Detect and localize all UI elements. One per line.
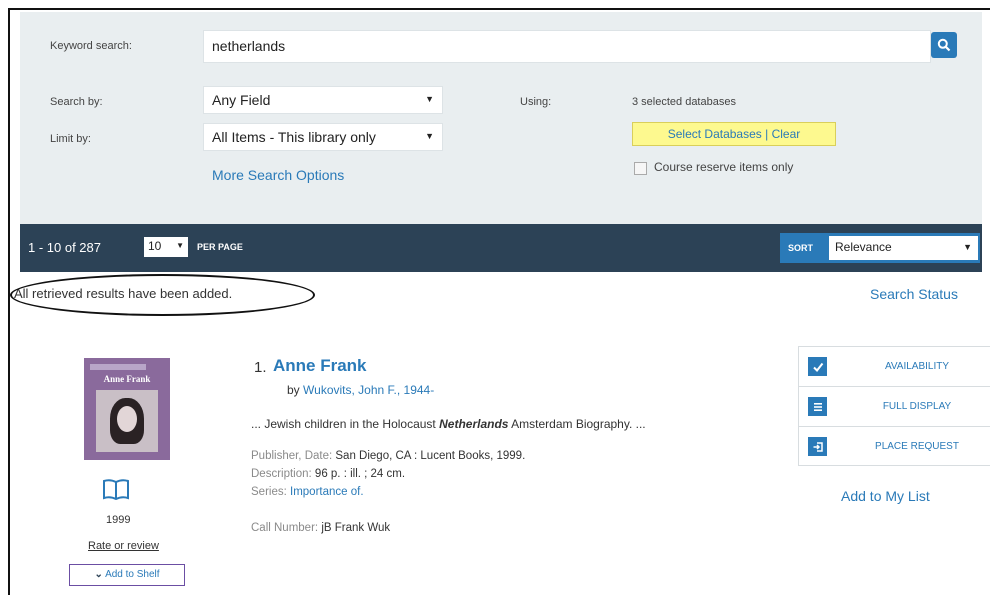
place-request-label: PLACE REQUEST xyxy=(875,441,959,452)
dropdown-arrow-icon: ▼ xyxy=(425,94,434,104)
search-status-link[interactable]: Search Status xyxy=(870,286,958,302)
by-label: by xyxy=(287,383,300,397)
per-page-label: PER PAGE xyxy=(197,242,243,252)
search-by-label: Search by: xyxy=(50,96,103,108)
databases-count: 3 selected databases xyxy=(632,96,736,108)
annotation-ellipse xyxy=(10,274,315,316)
select-databases-box: Select Databases | Clear xyxy=(632,122,836,146)
result-byline: by Wukovits, John F., 1944- xyxy=(287,383,434,397)
add-to-shelf-label: Add to Shelf xyxy=(105,569,160,580)
result-title-link[interactable]: Anne Frank xyxy=(273,356,367,376)
book-cover-image[interactable]: Anne Frank xyxy=(84,358,170,460)
page-frame: Keyword search: netherlands Search by: A… xyxy=(8,8,990,595)
document-icon xyxy=(808,397,827,416)
publisher-row: Publisher, Date: San Diego, CA : Lucent … xyxy=(251,450,525,462)
snippet-pre: ... Jewish children in the Holocaust xyxy=(251,417,436,431)
search-button[interactable] xyxy=(931,32,957,58)
course-reserve-checkbox[interactable] xyxy=(634,162,647,175)
book-icon xyxy=(103,479,129,500)
publication-year: 1999 xyxy=(106,514,131,526)
chevron-down-icon: ⌄ xyxy=(94,569,103,580)
sign-in-icon xyxy=(808,437,827,456)
rate-or-review-link[interactable]: Rate or review xyxy=(88,540,159,552)
keyword-search-input[interactable]: netherlands xyxy=(203,30,931,63)
result-number: 1. xyxy=(254,359,267,376)
search-by-select[interactable]: Any Field ▼ xyxy=(203,86,443,114)
add-to-shelf-button[interactable]: ⌄ Add to Shelf xyxy=(69,564,185,586)
snippet-post: Amsterdam Biography. ... xyxy=(511,417,646,431)
limit-by-select[interactable]: All Items - This library only ▼ xyxy=(203,123,443,151)
search-icon xyxy=(937,38,951,52)
dropdown-arrow-icon: ▼ xyxy=(425,131,434,141)
full-display-button[interactable]: FULL DISPLAY xyxy=(798,386,990,426)
series-row: Series: Importance of. xyxy=(251,486,364,498)
series-label: Series: xyxy=(251,486,287,498)
series-link[interactable]: Importance of. xyxy=(290,486,364,498)
call-number-value: jB Frank Wuk xyxy=(321,522,391,534)
search-by-value: Any Field xyxy=(212,92,271,108)
select-databases-link[interactable]: Select Databases xyxy=(668,127,762,141)
description-value: 96 p. : ill. ; 24 cm. xyxy=(314,468,406,480)
result-snippet: ... Jewish children in the Holocaust Net… xyxy=(251,417,646,431)
publisher-value: San Diego, CA : Lucent Books, 1999. xyxy=(335,450,526,462)
snippet-highlight: Netherlands xyxy=(439,417,509,431)
sort-select[interactable]: Relevance ▼ xyxy=(829,236,978,260)
sort-label: SORT xyxy=(788,243,814,253)
clear-link[interactable]: | Clear xyxy=(765,127,800,141)
availability-button[interactable]: AVAILABILITY xyxy=(798,346,990,386)
more-search-options-link[interactable]: More Search Options xyxy=(212,167,344,183)
description-row: Description: 96 p. : ill. ; 24 cm. xyxy=(251,468,405,480)
cover-title: Anne Frank xyxy=(103,374,151,384)
per-page-value: 10 xyxy=(148,239,162,253)
per-page-select[interactable]: 10 ▼ xyxy=(144,237,188,257)
add-to-my-list-link[interactable]: Add to My List xyxy=(841,488,930,504)
availability-label: AVAILABILITY xyxy=(884,361,950,372)
results-range: 1 - 10 of 287 xyxy=(28,240,101,255)
cover-strip xyxy=(90,364,146,370)
call-number-label: Call Number: xyxy=(251,522,319,534)
results-toolbar: 1 - 10 of 287 10 ▼ PER PAGE SORT Relevan… xyxy=(20,224,982,272)
place-request-button[interactable]: PLACE REQUEST xyxy=(798,426,990,466)
sort-value: Relevance xyxy=(835,240,892,254)
author-link[interactable]: Wukovits, John F., 1944- xyxy=(303,383,434,397)
result-actions: AVAILABILITY FULL DISPLAY PLACE REQUEST xyxy=(798,346,990,466)
dropdown-arrow-icon: ▼ xyxy=(963,242,972,252)
call-number-row: Call Number: jB Frank Wuk xyxy=(251,522,390,534)
publisher-label: Publisher, Date: xyxy=(251,450,333,462)
course-reserve-label: Course reserve items only xyxy=(654,160,794,174)
description-label: Description: xyxy=(251,468,312,480)
cover-face xyxy=(117,406,137,432)
limit-by-value: All Items - This library only xyxy=(212,129,376,145)
search-panel: Keyword search: netherlands Search by: A… xyxy=(20,12,982,224)
cover-photo xyxy=(96,390,158,452)
limit-by-label: Limit by: xyxy=(50,133,91,145)
full-display-label: FULL DISPLAY xyxy=(882,401,952,412)
sort-control: SORT Relevance ▼ xyxy=(780,233,980,263)
checkmark-icon xyxy=(808,357,827,376)
keyword-label: Keyword search: xyxy=(50,40,132,52)
dropdown-arrow-icon: ▼ xyxy=(176,241,184,250)
using-label: Using: xyxy=(520,96,552,108)
